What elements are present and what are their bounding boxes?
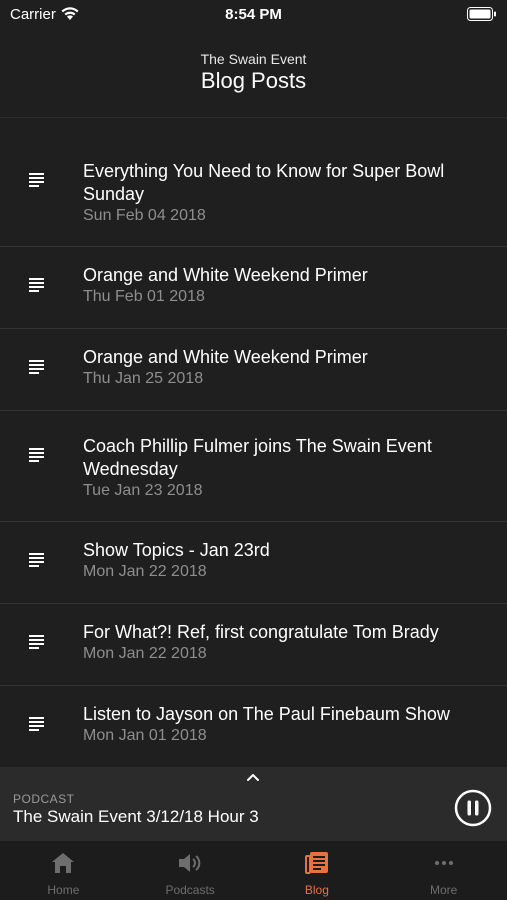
post-date: Thu Jan 25 2018: [83, 370, 204, 387]
pause-button[interactable]: [454, 789, 492, 827]
document-icon: [29, 448, 44, 462]
blog-post-item[interactable]: Orange and White Weekend Primer Thu Jan …: [0, 329, 507, 411]
post-title: Orange and White Weekend Primer: [83, 347, 368, 367]
blog-post-item[interactable]: Show Topics - Jan 23rd Mon Jan 22 2018: [0, 522, 507, 604]
post-title: Show Topics - Jan 23rd: [83, 540, 270, 560]
more-icon: [434, 861, 453, 865]
document-icon: [29, 717, 44, 731]
status-bar: Carrier 8:54 PM: [0, 0, 507, 30]
blog-post-item[interactable]: Listen to Jayson on The Paul Finebaum Sh…: [0, 686, 507, 768]
header-subtitle: The Swain Event: [200, 51, 307, 67]
document-icon: [29, 173, 44, 187]
document-icon: [29, 553, 44, 567]
chevron-up-icon[interactable]: [245, 771, 261, 783]
player-episode-title: The Swain Event 3/12/18 Hour 3: [13, 807, 259, 826]
post-date: Mon Jan 01 2018: [83, 727, 207, 744]
document-icon: [29, 360, 44, 374]
blog-post-item[interactable]: For What?! Ref, first congratulate Tom B…: [0, 604, 507, 686]
tab-home[interactable]: Home: [0, 841, 127, 900]
home-icon: [52, 853, 75, 873]
post-date: Mon Jan 22 2018: [83, 563, 207, 580]
post-title: Everything You Need to Know for Super Bo…: [83, 161, 445, 204]
status-time: 8:54 PM: [225, 6, 282, 23]
tab-label: Blog: [304, 883, 329, 897]
post-date: Mon Jan 22 2018: [83, 645, 207, 662]
tab-bar: Home Podcasts Blog More: [0, 841, 507, 900]
tab-label: Podcasts: [165, 883, 215, 897]
blog-post-list: Everything You Need to Know for Super Bo…: [0, 136, 507, 768]
document-icon: [29, 278, 44, 292]
tab-podcasts[interactable]: Podcasts: [127, 841, 254, 900]
post-title: Coach Phillip Fulmer joins The Swain Eve…: [83, 436, 432, 479]
post-date: Sun Feb 04 2018: [83, 207, 206, 224]
blog-post-item[interactable]: Coach Phillip Fulmer joins The Swain Eve…: [0, 411, 507, 522]
mini-player[interactable]: PODCAST The Swain Event 3/12/18 Hour 3: [0, 767, 507, 841]
blog-icon: [304, 852, 328, 874]
blog-post-item[interactable]: Everything You Need to Know for Super Bo…: [0, 136, 507, 247]
tab-blog[interactable]: Blog: [254, 841, 381, 900]
nav-header: The Swain Event Blog Posts: [0, 30, 507, 118]
post-date: Tue Jan 23 2018: [83, 482, 203, 499]
tab-label: More: [429, 883, 458, 897]
post-title: For What?! Ref, first congratulate Tom B…: [83, 622, 439, 642]
tab-more[interactable]: More: [380, 841, 507, 900]
blog-post-item[interactable]: Orange and White Weekend Primer Thu Feb …: [0, 247, 507, 329]
tab-label: Home: [47, 883, 80, 897]
post-title: Orange and White Weekend Primer: [83, 265, 368, 285]
speaker-icon: [179, 854, 201, 872]
player-category-label: PODCAST: [13, 792, 75, 806]
post-title: Listen to Jayson on The Paul Finebaum Sh…: [83, 704, 450, 724]
document-icon: [29, 635, 44, 649]
post-date: Thu Feb 01 2018: [83, 288, 205, 305]
battery-icon: [467, 7, 496, 21]
page-title: Blog Posts: [200, 68, 307, 93]
